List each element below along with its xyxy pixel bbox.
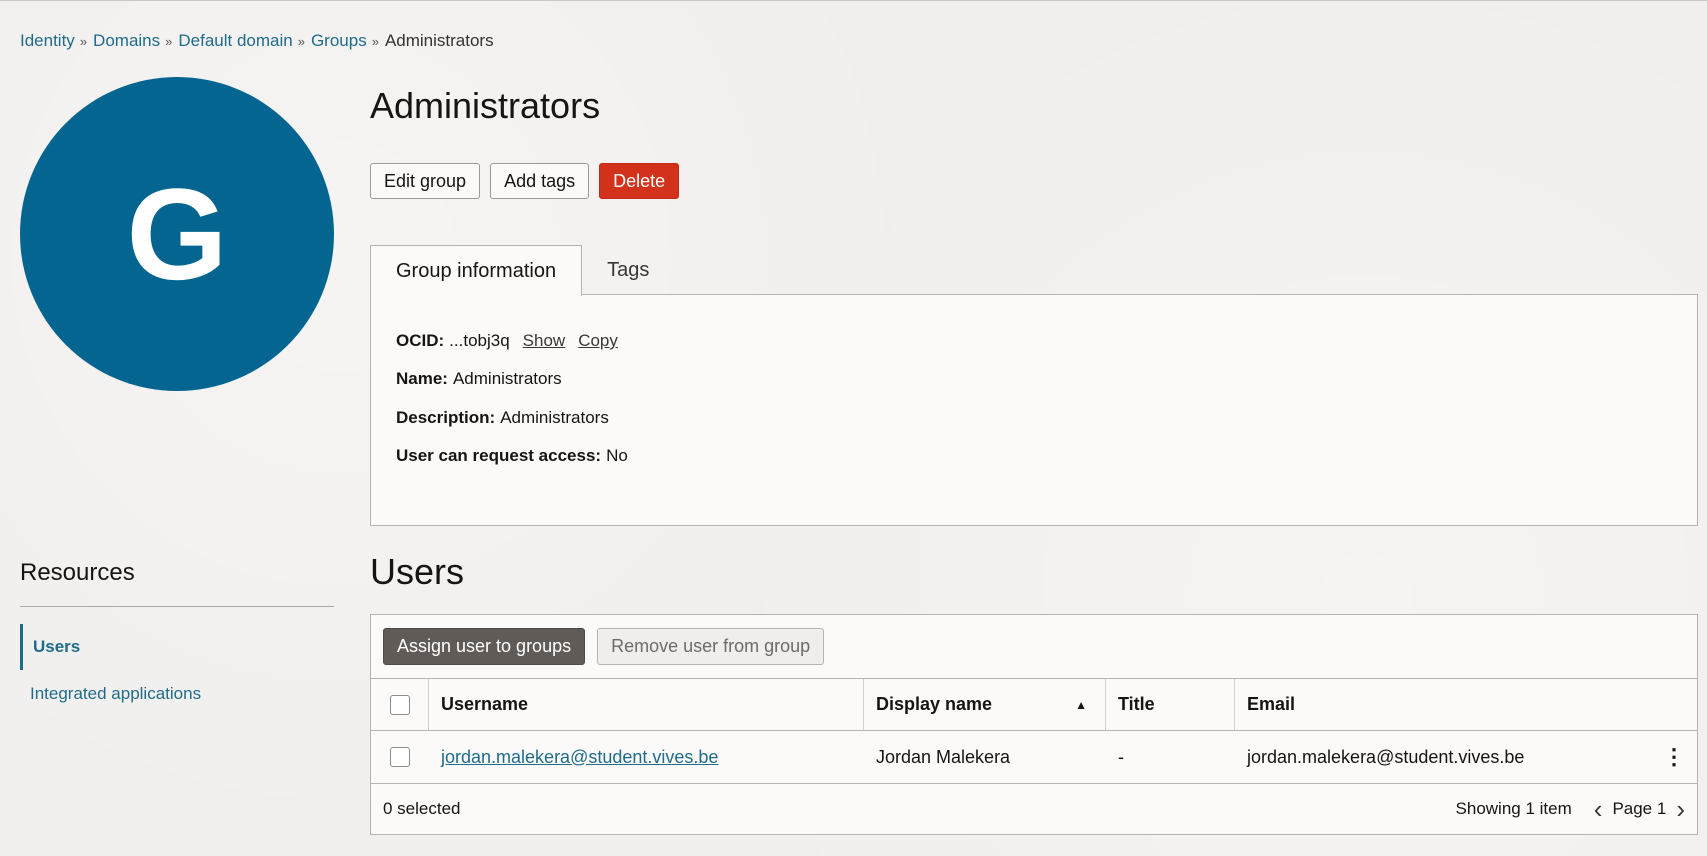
title-cell: -	[1118, 746, 1124, 767]
header-checkbox-cell	[371, 679, 429, 730]
breadcrumb-separator: »	[165, 33, 173, 49]
email-value: jordan.malekera@student.vives.be	[1247, 746, 1525, 767]
breadcrumb-current: Administrators	[384, 31, 494, 50]
breadcrumb-domains[interactable]: Domains	[93, 31, 160, 51]
breadcrumb-separator: »	[79, 33, 88, 49]
row-actions-kebab-icon[interactable]: ⋮	[1663, 746, 1685, 768]
add-tags-button[interactable]: Add tags	[490, 163, 590, 199]
description-label: Description:	[396, 408, 496, 427]
chevron-left-icon[interactable]: ‹	[1594, 796, 1603, 822]
ocid-value: ...tobj3q	[449, 331, 510, 350]
breadcrumb: Identity » Domains » Default domain » Gr…	[20, 31, 494, 51]
remove-user-button[interactable]: Remove user from group	[597, 628, 825, 665]
ocid-row: OCID: ...tobj3q Show Copy	[396, 331, 618, 351]
name-value: Administrators	[452, 369, 562, 388]
request-access-row: User can request access: No	[396, 446, 628, 466]
column-display-name[interactable]: Display name ▲	[864, 679, 1106, 730]
column-username[interactable]: Username	[429, 679, 864, 730]
page-indicator: Page 1	[1612, 799, 1667, 818]
row-checkbox-cell	[371, 731, 429, 783]
display-name-cell: Jordan Malekera	[876, 746, 1011, 767]
users-toolbar: Assign user to groups Remove user from g…	[383, 628, 825, 665]
resources-title: Resources	[20, 559, 135, 586]
name-label: Name:	[396, 369, 448, 388]
resources-divider	[20, 606, 334, 607]
breadcrumb-groups[interactable]: Groups	[311, 31, 367, 51]
column-display-name-label: Display name	[876, 694, 993, 714]
ocid-copy-link[interactable]: Copy	[578, 331, 618, 351]
description-row: Description: Administrators	[396, 408, 609, 428]
tab-group-information[interactable]: Group information	[370, 245, 583, 296]
breadcrumb-separator: »	[371, 33, 379, 49]
users-table: Assign user to groups Remove user from g…	[370, 614, 1698, 835]
edit-group-button[interactable]: Edit group	[370, 163, 481, 199]
request-access-value: No	[606, 446, 628, 465]
ocid-show-link[interactable]: Show	[523, 331, 566, 351]
action-bar: Edit group Add tags Delete	[370, 163, 680, 199]
breadcrumb-separator: »	[297, 33, 305, 49]
breadcrumb-default-domain[interactable]: Default domain	[178, 31, 292, 51]
sort-ascending-icon: ▲	[1075, 697, 1087, 712]
resource-integrated-applications-link[interactable]: Integrated applications	[20, 671, 201, 717]
description-value: Administrators	[500, 408, 609, 427]
column-email[interactable]: Email	[1235, 679, 1697, 730]
showing-count: Showing 1 item	[1455, 799, 1572, 818]
delete-button[interactable]: Delete	[599, 163, 680, 199]
pagination: Showing 1 item ‹ Page 1 ›	[1456, 796, 1685, 822]
table-row: jordan.malekera@student.vives.be Jordan …	[371, 730, 1697, 783]
resource-users-link[interactable]: Users	[20, 624, 80, 670]
tab-bar: Group information Tags	[370, 245, 674, 296]
username-cell: jordan.malekera@student.vives.be	[429, 731, 864, 783]
assign-user-button[interactable]: Assign user to groups	[383, 628, 586, 665]
group-avatar: G	[20, 77, 334, 391]
name-row: Name: Administrators	[396, 369, 562, 389]
request-access-label: User can request access:	[396, 446, 602, 465]
ocid-label: OCID:	[396, 331, 445, 350]
username-link[interactable]: jordan.malekera@student.vives.be	[441, 747, 718, 768]
selected-count: 0 selected	[383, 799, 461, 818]
users-section-title: Users	[370, 551, 465, 592]
column-title[interactable]: Title	[1106, 679, 1235, 730]
select-all-checkbox[interactable]	[389, 694, 410, 715]
breadcrumb-identity[interactable]: Identity	[20, 31, 75, 51]
table-header: Username Display name ▲ Title Email	[371, 678, 1697, 730]
row-checkbox[interactable]	[390, 747, 410, 767]
table-footer: 0 selected Showing 1 item ‹ Page 1 ›	[371, 783, 1697, 834]
chevron-right-icon[interactable]: ›	[1676, 796, 1685, 822]
group-information-panel: OCID: ...tobj3q Show Copy Name: Administ…	[370, 294, 1698, 526]
tab-tags[interactable]: Tags	[582, 245, 674, 296]
email-cell: jordan.malekera@student.vives.be ⋮	[1235, 731, 1697, 783]
page-title: Administrators	[370, 85, 601, 126]
